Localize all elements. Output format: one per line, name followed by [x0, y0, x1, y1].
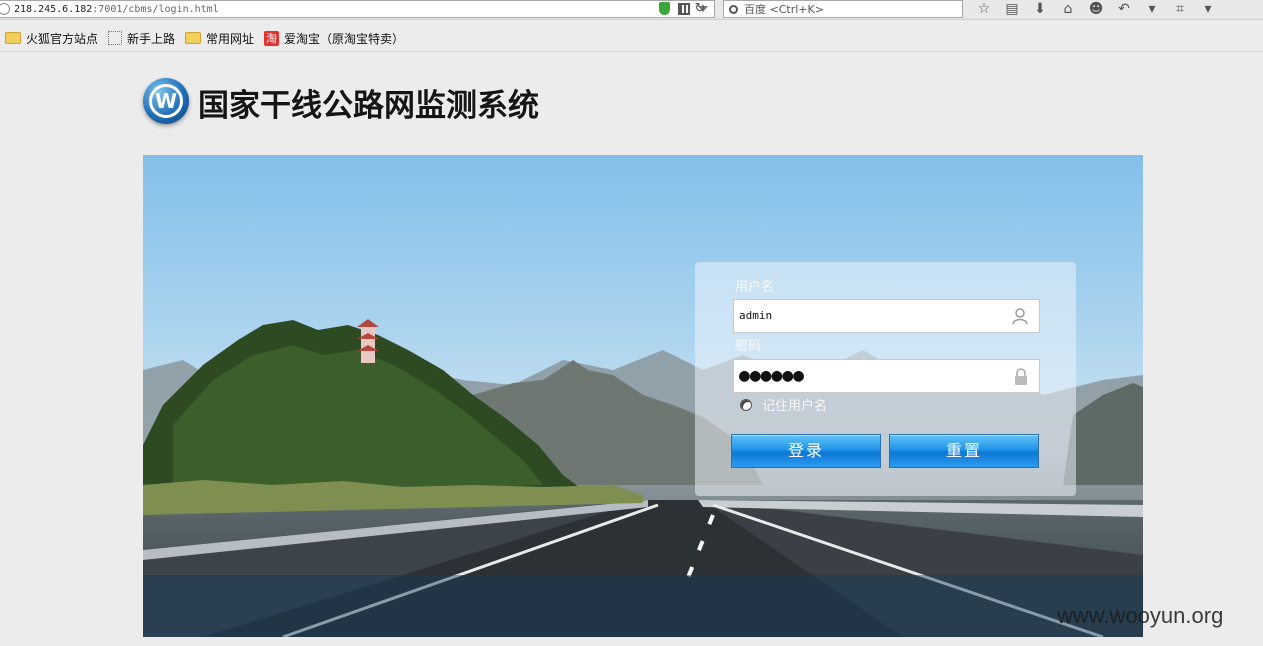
site-logo: W	[143, 78, 189, 124]
download-icon[interactable]: ⬇	[1031, 1, 1049, 17]
bookmark-item[interactable]: 淘 爱淘宝（原淘宝特卖）	[264, 30, 404, 47]
crop-icon[interactable]: ⌗	[1171, 1, 1189, 17]
undo-icon[interactable]: ↶	[1115, 1, 1133, 17]
folder-icon	[185, 32, 202, 44]
search-placeholder: 百度 <Ctrl+K>	[744, 3, 824, 16]
remember-username[interactable]: 记住用户名	[740, 395, 827, 414]
taobao-icon: 淘	[264, 30, 280, 46]
security-shield-icon[interactable]	[659, 2, 670, 15]
bookmark-item[interactable]: 常用网址	[185, 30, 254, 47]
watermark: www.wooyun.org	[1057, 603, 1224, 628]
bookmark-label: 爱淘宝（原淘宝特卖）	[284, 31, 405, 46]
username-field[interactable]: admin	[733, 299, 1040, 333]
reading-list-icon[interactable]: ▤	[1003, 1, 1021, 17]
bookmark-item[interactable]: 火狐官方站点	[5, 30, 98, 47]
reset-button[interactable]: 重置	[889, 434, 1039, 468]
bookmark-label: 常用网址	[206, 31, 255, 46]
browser-toolbar: 218.245.6.182:7001/cbms/login.html ↻ 百度 …	[0, 0, 1263, 20]
divider	[0, 51, 1263, 52]
search-bar[interactable]: 百度 <Ctrl+K>	[723, 0, 963, 18]
bookmark-label: 新手上路	[127, 31, 176, 46]
bookmark-star-icon[interactable]: ☆	[975, 1, 993, 17]
page-title: 国家干线公路网监测系统	[198, 88, 539, 124]
password-field[interactable]: ●●●●●●	[733, 359, 1040, 393]
login-button[interactable]: 登录	[731, 434, 881, 468]
url-text: 218.245.6.182:7001/cbms/login.html	[14, 4, 219, 15]
chevron-down-icon[interactable]: ▾	[1143, 1, 1161, 17]
blank-page-icon	[108, 31, 123, 45]
globe-icon	[0, 3, 10, 15]
lock-icon	[1015, 368, 1027, 385]
home-icon[interactable]: ⌂	[1059, 1, 1077, 17]
username-label: 用户名	[735, 280, 775, 295]
url-path: :7001/cbms/login.html	[92, 3, 219, 15]
logo-letter: W	[149, 84, 183, 118]
address-bar[interactable]: 218.245.6.182:7001/cbms/login.html	[0, 0, 715, 18]
folder-icon	[5, 32, 21, 44]
reload-icon[interactable]: ↻	[690, 0, 710, 18]
qr-code-icon[interactable]	[678, 2, 690, 15]
password-value: ●●●●●●	[739, 365, 805, 386]
password-label: 密码	[735, 339, 762, 354]
login-panel: 用户名 admin 密码 ●●●●●● 记住用户名 登录 重置	[695, 262, 1076, 496]
url-host: 218.245.6.182	[14, 3, 93, 15]
banner-footer-band	[143, 575, 1143, 637]
username-value: admin	[739, 309, 773, 322]
bookmarks-bar: 火狐官方站点 新手上路 常用网址 淘 爱淘宝（原淘宝特卖）	[0, 27, 408, 49]
user-icon	[1012, 308, 1028, 325]
search-icon	[729, 4, 738, 14]
remember-label: 记住用户名	[762, 399, 828, 414]
chat-icon[interactable]: ☻	[1087, 1, 1105, 17]
bookmark-item[interactable]: 新手上路	[108, 30, 175, 47]
menu-chevron-icon[interactable]: ▾	[1199, 1, 1217, 17]
bookmark-label: 火狐官方站点	[26, 31, 99, 46]
remember-radio[interactable]	[740, 398, 752, 411]
